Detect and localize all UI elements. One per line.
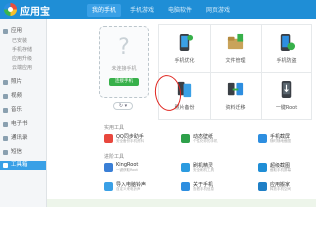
tool-flash-wizard[interactable]: 刷机精灵 安全刷机工具 <box>181 162 233 175</box>
tool-one-click-root[interactable]: 一键Root <box>261 72 312 120</box>
tab-pc-software[interactable]: 电脑软件 <box>163 4 197 17</box>
sidebar-item-photos[interactable]: 照片 <box>0 78 46 87</box>
anti-theft-icon <box>280 33 296 52</box>
tool-phone-optimize[interactable]: 手机优化 <box>159 25 210 73</box>
tool-file-manager[interactable]: 文件管理 <box>210 25 261 73</box>
sidebar-item-sms[interactable]: 短信 <box>0 148 46 157</box>
tool-about-phone[interactable]: 关于手机 查看手机信息 <box>181 181 233 194</box>
app-move-icon <box>258 182 267 191</box>
videos-icon <box>3 94 8 99</box>
refresh-dropdown-button[interactable]: ↻ ▾ <box>113 102 133 110</box>
sms-icon <box>3 150 8 155</box>
tab-mobile-games[interactable]: 手机游戏 <box>125 4 159 17</box>
qq-sync-icon <box>104 134 113 143</box>
screenshot-icon <box>258 134 267 143</box>
photos-icon <box>3 80 8 85</box>
ringtone-icon <box>104 182 113 191</box>
super-screenshot-icon <box>258 163 267 172</box>
wallpaper-icon <box>181 134 190 143</box>
tab-web-games[interactable]: 网页游戏 <box>201 4 235 17</box>
tool-super-screenshot[interactable]: 超级截图 截取手机屏幕 <box>258 162 310 175</box>
top-bar: 应用宝 我的手机 手机游戏 电脑软件 网页游戏 <box>0 0 316 19</box>
section-common-tools: 实用工具 <box>104 125 125 131</box>
file-manager-icon <box>227 33 244 50</box>
ebook-icon <box>3 122 8 127</box>
sidebar-item-music[interactable]: 音乐 <box>0 106 46 115</box>
bottom-status-strip <box>47 199 316 207</box>
tool-screenshot[interactable]: 手机截屏 随时随地截图 <box>258 133 310 146</box>
tool-import-ringtone[interactable]: 导入电脑铃声 自定义来电铃声 <box>104 181 156 194</box>
phone-connect-panel: ? 未连接手机 连接手机 <box>99 26 149 98</box>
sidebar-item-ebooks[interactable]: 电子书 <box>0 120 46 129</box>
toolbox-icon <box>3 163 8 168</box>
connect-phone-button[interactable]: 连接手机 <box>109 78 139 86</box>
music-icon <box>3 108 8 113</box>
sidebar-item-toolbox[interactable]: 工具箱 <box>0 161 46 170</box>
flash-wizard-icon <box>181 163 190 172</box>
root-icon <box>281 80 292 99</box>
apps-icon <box>3 29 8 34</box>
app-window: 应用宝 我的手机 手机游戏 电脑软件 网页游戏 应用 已安装 手机存储 应用升级… <box>0 0 316 207</box>
sidebar-item-contacts[interactable]: 通讯录 <box>0 134 46 143</box>
tool-qq-sync[interactable]: QQ同步助手 安全备份手机资料 <box>104 133 156 146</box>
sidebar-item-apps[interactable]: 应用 <box>0 27 46 36</box>
sidebar-item-videos[interactable]: 视频 <box>0 92 46 101</box>
kingroot-icon <box>104 163 113 172</box>
data-migration-icon <box>227 82 244 96</box>
phone-optimize-icon <box>179 33 194 52</box>
sidebar: 应用 已安装 手机存储 应用升级 云端应用 照片 视频 音乐 电子书 通讯录 短… <box>0 19 47 207</box>
about-phone-icon <box>181 182 190 191</box>
tool-anti-theft[interactable]: 手机防盗 <box>261 25 312 73</box>
tool-live-wallpaper[interactable]: 动态壁纸 个性化你的手机 <box>181 133 233 146</box>
section-advanced-tools: 进阶工具 <box>104 154 125 160</box>
sidebar-item-cloud-apps[interactable]: 云端应用 <box>0 64 46 73</box>
contacts-icon <box>3 136 8 141</box>
tool-grid: 手机优化 文件管理 手机防盗 照片备份 资料迁移 一键Root <box>158 24 312 120</box>
app-title: 应用宝 <box>20 7 50 18</box>
tool-kingroot[interactable]: KingRoot 一键获取Root <box>104 162 156 175</box>
question-mark-icon: ? <box>118 35 130 60</box>
sidebar-item-installed[interactable]: 已安装 <box>0 37 46 46</box>
tool-app-move[interactable]: 应用搬家 释放手机空间 <box>258 181 310 194</box>
sidebar-item-app-updates[interactable]: 应用升级 <box>0 55 46 64</box>
phone-status-text: 未连接手机 <box>111 66 137 72</box>
app-logo-icon <box>4 3 17 16</box>
tab-my-phone[interactable]: 我的手机 <box>87 4 122 17</box>
tool-data-migration[interactable]: 资料迁移 <box>210 72 261 120</box>
sidebar-item-phone-storage[interactable]: 手机存储 <box>0 46 46 55</box>
